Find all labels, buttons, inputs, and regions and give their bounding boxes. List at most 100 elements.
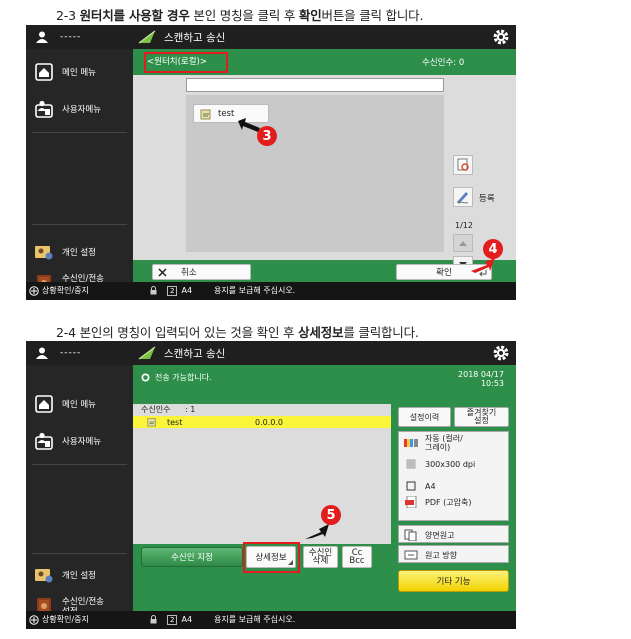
status-message: 용지를 보급해 주십시오. [214,286,296,295]
resolution-icon [406,459,416,469]
onetouch-entry-icon [200,109,211,119]
sidebar-item-personal-settings[interactable]: 개인 설정 [26,237,133,267]
recipient-address: 0.0.0.0 [255,417,283,427]
step-3-heading: 2-3 원터치를 사용할 경우 본인 명칭을 클릭 후 확인버튼을 클릭 합니다… [56,5,423,24]
step-number: 2-4 [56,325,76,340]
top-bar: ----- 스캔하고 송신 [26,341,516,365]
personal-settings-icon [35,246,53,260]
settings-panel: 설정이력 즐겨찾기 설정 자동 (컬러/그레이) 300x300 dpi A4 [393,404,516,608]
close-icon [158,267,167,277]
resolution-setting[interactable]: 300x300 dpi [404,458,475,470]
user-icon [36,347,48,359]
sidebar: 메인 메뉴 사용자메뉴 개인 설정 수신인/전송설정 [26,49,133,294]
onetouch-entry-icon [147,418,156,427]
scan-send-icon [138,30,156,44]
app-title: 스캔하고 송신 [138,341,225,365]
status-message: 용지를 보급해 주십시오. [214,615,296,624]
heading-text: 를 클릭합니다. [343,325,419,340]
specify-recipient-button[interactable]: 수신인 지정 [141,547,243,567]
scan-size-setting[interactable]: A4 [404,480,436,492]
table-row[interactable]: test 0.0.0.0 [133,416,391,428]
duplex-button[interactable]: 양면원고 [398,525,509,543]
register-label: 등록 [479,194,495,204]
paper-size: 2 A4 [167,615,192,625]
scan-size-label: A4 [425,481,436,491]
sidebar-item-label: 사용자메뉴 [62,437,102,447]
sidebar-divider [32,132,127,133]
sidebar: 메인 메뉴 사용자메뉴 개인 설정 수신인/전송설정 [26,365,133,617]
app-title-text: 스캔하고 송신 [164,347,226,360]
sidebar-item-label: 메인 메뉴 [62,68,96,78]
heading-text: 버튼을 클릭 합니다. [321,8,424,23]
user-login-area[interactable]: ----- [26,25,133,49]
personal-menu-icon [35,100,53,118]
chevron-up-icon [459,241,467,246]
favorites-label: 설정 [474,416,489,425]
color-mode-icon [404,439,418,447]
pen-icon [456,192,469,204]
user-name: ----- [60,348,82,358]
status-check-label: 상황확인/중지 [42,286,89,295]
duplex-label: 양면원고 [425,530,455,540]
heading-text: 본인의 명칭이 입력되어 있는 것을 확인 후 [75,325,299,340]
step-number: 2-3 [56,8,76,23]
step-marker: 5 [321,505,341,525]
user-name: ----- [60,32,82,42]
scroll-up-button[interactable] [453,234,473,252]
status-check-label: 상황확인/중지 [42,615,89,624]
status-icon [29,614,39,625]
history-label: 설정이력 [409,412,440,422]
status-check-button[interactable]: 상황확인/중지 [29,614,89,625]
recipient-count-label: 수신인수 [141,405,171,414]
status-bar: 상황확인/중지 2 A4 용지를 보급해 주십시오. [26,611,516,629]
lock-icon [150,615,157,624]
sidebar-item-personal-settings[interactable]: 개인 설정 [26,560,133,590]
sidebar-item-personal-menu[interactable]: 사용자메뉴 [26,94,133,124]
status-ok-icon [141,373,150,382]
cancel-label: 취소 [181,268,197,278]
app-title: 스캔하고 송신 [138,25,225,49]
detail-icon [457,158,469,171]
detail-button[interactable] [453,155,473,175]
ok-label: 확인 [436,268,452,278]
delete-recipient-button[interactable]: 수신인 삭제 [303,546,338,568]
resolution-label: 300x300 dpi [425,459,476,469]
top-bar: ----- 스캔하고 송신 [26,25,516,49]
gear-icon[interactable] [492,344,510,362]
file-format-label: PDF (고압축) [425,497,472,507]
cancel-button[interactable]: 취소 [152,264,251,280]
home-icon [35,395,53,413]
sidebar-item-main-menu[interactable]: 메인 메뉴 [26,389,133,419]
gear-icon[interactable] [492,28,510,46]
sidebar-item-label: 메인 메뉴 [62,400,96,410]
heading-emphasis: 원터치를 사용할 경우 [79,8,190,23]
status-check-button[interactable]: 상황확인/중지 [29,285,89,296]
search-input[interactable] [186,78,444,92]
status-info: 2 A4 용지를 보급해 주십시오. [150,285,295,296]
favorites-button[interactable]: 즐겨찾기 설정 [454,407,509,427]
status-icon [29,285,39,296]
sidebar-divider [32,553,127,554]
step-marker: 3 [257,126,277,146]
recipient-name: test [167,417,183,427]
settings-history-button[interactable]: 설정이력 [398,407,451,427]
paper-size: 2 A4 [167,286,192,296]
clock: 2018 04/17 10:53 [458,370,504,388]
color-setting[interactable]: 자동 (컬러/그레이) [404,434,463,452]
cc-bcc-button[interactable]: Cc Bcc [342,546,372,568]
scan-settings-group[interactable]: 자동 (컬러/그레이) 300x300 dpi A4 PDF (고압축) [398,431,509,521]
paper-icon [406,481,416,491]
bcc-label: Bcc [349,556,365,566]
other-functions-button[interactable]: 기타 기능 [398,570,509,592]
sidebar-item-main-menu[interactable]: 메인 메뉴 [26,57,133,87]
user-icon [36,31,48,43]
user-login-area[interactable]: ----- [26,341,133,365]
highlight-box [144,52,228,73]
sidebar-divider [32,224,127,225]
file-format-setting[interactable]: PDF (고압축) [404,496,471,508]
sidebar-item-personal-menu[interactable]: 사용자메뉴 [26,426,133,456]
orientation-button[interactable]: 원고 방향 [398,545,509,563]
sidebar-item-label: 개인 설정 [62,571,96,581]
status-bar: 상황확인/중지 2 A4 용지를 보급해 주십시오. [26,282,516,300]
register-button[interactable] [453,187,473,207]
